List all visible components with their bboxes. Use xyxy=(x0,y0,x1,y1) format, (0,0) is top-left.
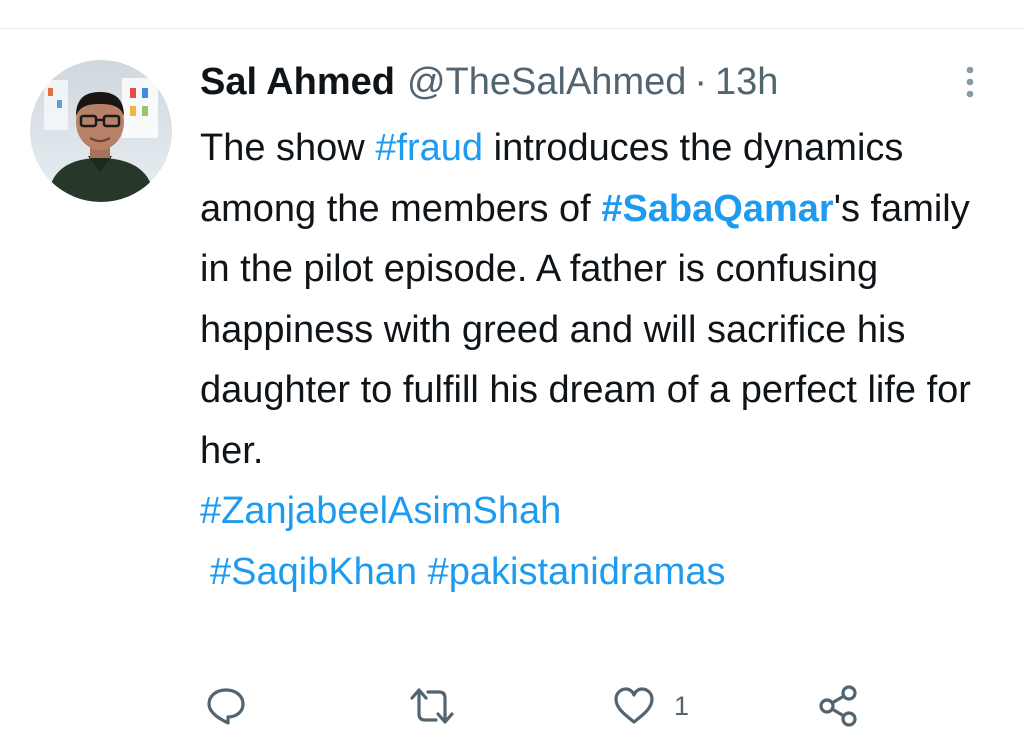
text-segment: The show xyxy=(200,127,376,169)
hashtag-pakistanidramas[interactable]: #pakistanidramas xyxy=(428,551,726,593)
avatar[interactable] xyxy=(30,60,172,202)
tweet[interactable]: Sal Ahmed @TheSalAhmed · 13h The show #f… xyxy=(0,0,1024,727)
text-segment: 's family in the pilot episode. A father… xyxy=(200,187,971,472)
hashtag-saqibkhan[interactable]: #SaqibKhan xyxy=(210,551,417,593)
display-name[interactable]: Sal Ahmed xyxy=(200,58,395,106)
like-button[interactable]: 1 xyxy=(612,678,689,734)
separator-dot: · xyxy=(694,61,708,103)
profile-photo xyxy=(30,60,172,202)
retweet-icon xyxy=(410,688,454,724)
tweet-text: The show #fraud introduces the dynamics … xyxy=(200,118,1000,602)
tweet-paragraph: The show #fraud introduces the dynamics … xyxy=(200,118,1000,481)
timestamp[interactable]: 13h xyxy=(715,58,778,106)
tweet-header: Sal Ahmed @TheSalAhmed · 13h xyxy=(200,58,778,106)
more-options-button[interactable] xyxy=(958,64,982,100)
tweet-actions: 1 xyxy=(0,678,1024,734)
hashtag-line: #SaqibKhan #pakistanidramas xyxy=(200,542,1000,603)
share-icon xyxy=(819,685,857,727)
hashtag-zanjabeelasimshah[interactable]: #ZanjabeelAsimShah xyxy=(200,490,561,532)
user-handle[interactable]: @TheSalAhmed xyxy=(407,58,686,106)
share-button[interactable] xyxy=(816,678,860,734)
heart-icon xyxy=(614,687,654,724)
like-count: 1 xyxy=(674,690,690,721)
reply-icon xyxy=(207,688,245,725)
more-icon xyxy=(966,66,974,98)
hashtag-sabaqamar[interactable]: #SabaQamar xyxy=(601,188,833,230)
retweet-button[interactable] xyxy=(408,678,456,734)
hashtag-fraud[interactable]: #fraud xyxy=(375,127,483,169)
reply-button[interactable] xyxy=(204,678,248,734)
hashtag-line: #ZanjabeelAsimShah xyxy=(200,481,1000,542)
